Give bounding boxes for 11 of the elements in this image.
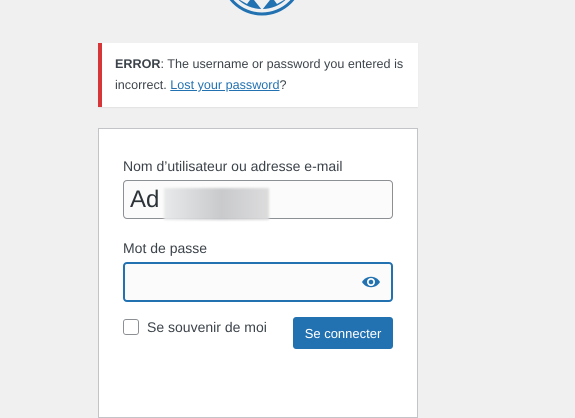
remember-checkbox[interactable] bbox=[123, 319, 139, 335]
eye-icon[interactable] bbox=[361, 275, 381, 289]
login-button[interactable]: Se connecter bbox=[293, 317, 393, 349]
password-field[interactable] bbox=[123, 262, 393, 302]
username-label: Nom d’utilisateur ou adresse e-mail bbox=[123, 157, 342, 175]
remember-label: Se souvenir de moi bbox=[147, 319, 267, 335]
error-message: ERROR: The username or password you entered is incorrect. Lost your password? bbox=[115, 56, 404, 94]
username-value: Ad bbox=[129, 184, 160, 214]
password-label: Mot de passe bbox=[123, 239, 208, 257]
lost-password-link[interactable]: Lost your password bbox=[170, 78, 280, 92]
username-field[interactable]: Ad bbox=[123, 180, 393, 219]
